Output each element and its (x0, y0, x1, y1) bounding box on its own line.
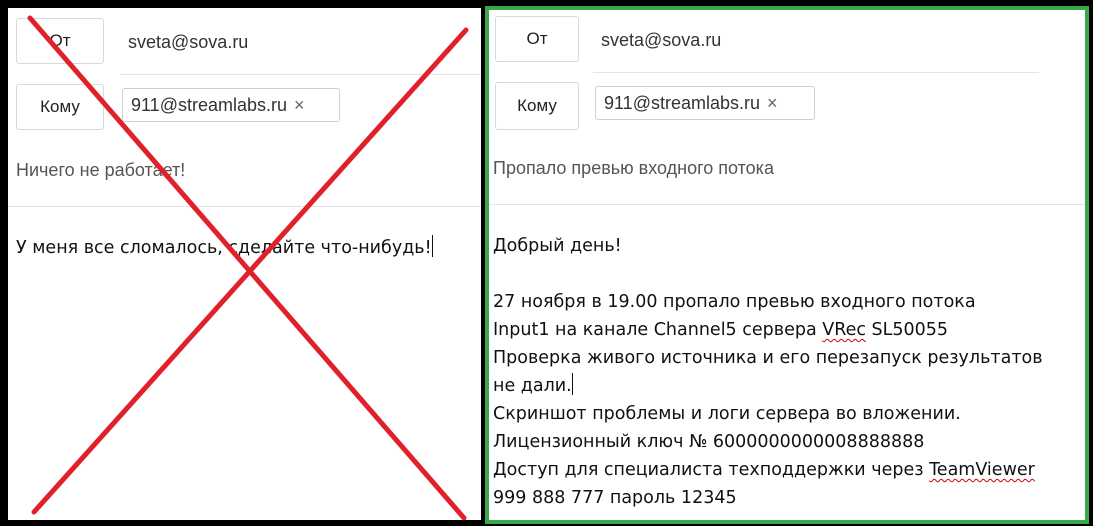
from-divider (593, 72, 1039, 73)
from-button[interactable]: От (495, 16, 579, 62)
body-line-1: 27 ноября в 19.00 пропало превью входног… (493, 292, 976, 312)
subject-divider (8, 206, 481, 207)
spellcheck-word: TeamViewer (929, 460, 1035, 480)
good-email-example: От sveta@sova.ru Кому 911@streamlabs.ru … (485, 6, 1089, 524)
body-line-6: Лицензионный ключ № 6000000000008888888 (493, 432, 925, 452)
body-greeting: Добрый день! (493, 236, 622, 256)
from-value: sveta@sova.ru (128, 32, 249, 52)
body-line-7: Доступ для специалиста техподдержки чере… (493, 460, 1035, 480)
from-value: sveta@sova.ru (601, 30, 722, 50)
body-line-8: 999 888 777 пароль 12345 (493, 488, 737, 508)
subject-divider (489, 204, 1085, 205)
body-line-3: Проверка живого источника и его перезапу… (493, 348, 1043, 368)
body-line-4: не дали. (493, 372, 1043, 400)
from-button[interactable]: От (16, 18, 104, 64)
recipient-chip-label: 911@streamlabs.ru (131, 94, 288, 115)
message-body[interactable]: Добрый день! 27 ноября в 19.00 пропало п… (493, 232, 1043, 512)
recipient-chip[interactable]: 911@streamlabs.ru × (595, 86, 815, 120)
remove-recipient-icon[interactable]: × (294, 95, 305, 116)
bad-email-example: От sveta@sova.ru Кому 911@streamlabs.ru … (8, 8, 481, 520)
text-caret (431, 235, 433, 257)
remove-recipient-icon[interactable]: × (767, 93, 778, 114)
message-body-text: У меня все сломалось, сделайте что-нибуд… (16, 238, 432, 258)
body-line-5: Скриншот проблемы и логи сервера во влож… (493, 404, 961, 424)
to-button[interactable]: Кому (495, 82, 579, 130)
text-caret (571, 373, 573, 395)
subject-field[interactable]: Пропало превью входного потока (493, 158, 774, 179)
recipient-chip[interactable]: 911@streamlabs.ru × (122, 88, 340, 122)
recipient-chip-label: 911@streamlabs.ru (604, 92, 761, 113)
from-divider (120, 74, 481, 75)
body-line-2: Input1 на канале Channel5 сервера VRec S… (493, 320, 949, 340)
to-button[interactable]: Кому (16, 84, 104, 130)
message-body[interactable]: У меня все сломалось, сделайте что-нибуд… (16, 234, 433, 262)
spellcheck-word: VRec (822, 320, 866, 340)
subject-field[interactable]: Ничего не работает! (16, 160, 185, 181)
